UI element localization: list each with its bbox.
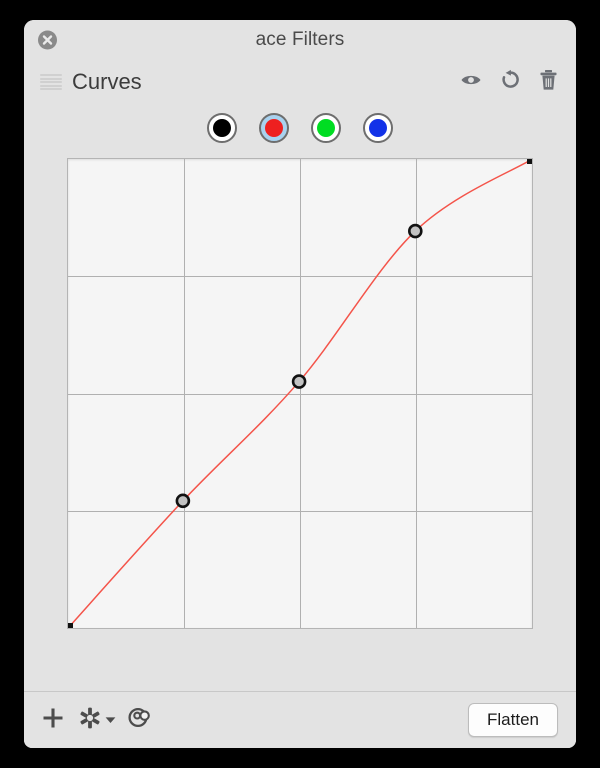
curve-control-point[interactable] <box>291 374 307 389</box>
channel-button-blue[interactable] <box>363 113 393 143</box>
gear-menu-button[interactable] <box>78 706 116 735</box>
close-circle-icon[interactable] <box>38 30 57 50</box>
plus-icon[interactable] <box>40 705 66 736</box>
gear-icon[interactable] <box>78 706 102 735</box>
channel-swatch-green <box>317 119 335 137</box>
channel-button-red[interactable] <box>259 113 289 143</box>
flatten-button[interactable]: Flatten <box>468 703 558 737</box>
channel-swatch-rgb <box>213 119 231 137</box>
drag-handle-icon[interactable] <box>40 74 62 90</box>
page-title: Curves <box>72 69 142 94</box>
curve-control-point[interactable] <box>407 223 423 239</box>
curve-graph[interactable] <box>67 158 533 629</box>
curve-endpoint-handle[interactable] <box>68 623 73 628</box>
window-titlebar: ace Filters <box>24 20 576 60</box>
channel-button-green[interactable] <box>311 113 341 143</box>
curve-graph-container <box>24 152 576 691</box>
channel-selector <box>24 104 576 152</box>
eye-icon[interactable] <box>460 72 482 93</box>
window-title: ace Filters <box>255 29 345 50</box>
curve-control-point[interactable] <box>175 493 191 509</box>
channel-button-rgb[interactable] <box>207 113 237 143</box>
header-icon-group <box>460 69 558 96</box>
channel-swatch-red <box>265 119 283 137</box>
curve-endpoint-handle[interactable] <box>527 159 532 164</box>
masks-icon[interactable] <box>128 706 153 734</box>
filter-header: Curves <box>24 60 576 104</box>
channel-swatch-blue <box>369 119 387 137</box>
trash-icon[interactable] <box>539 69 558 96</box>
curve-canvas[interactable] <box>68 159 532 628</box>
screen-root: ace Filters Curves Flatten <box>0 0 600 768</box>
bottom-toolbar: Flatten <box>24 691 576 748</box>
filter-window: ace Filters Curves Flatten <box>24 20 576 748</box>
reset-icon[interactable] <box>500 69 521 95</box>
chevron-down-icon[interactable] <box>105 711 116 729</box>
bottom-toolbar-icons <box>40 705 468 736</box>
